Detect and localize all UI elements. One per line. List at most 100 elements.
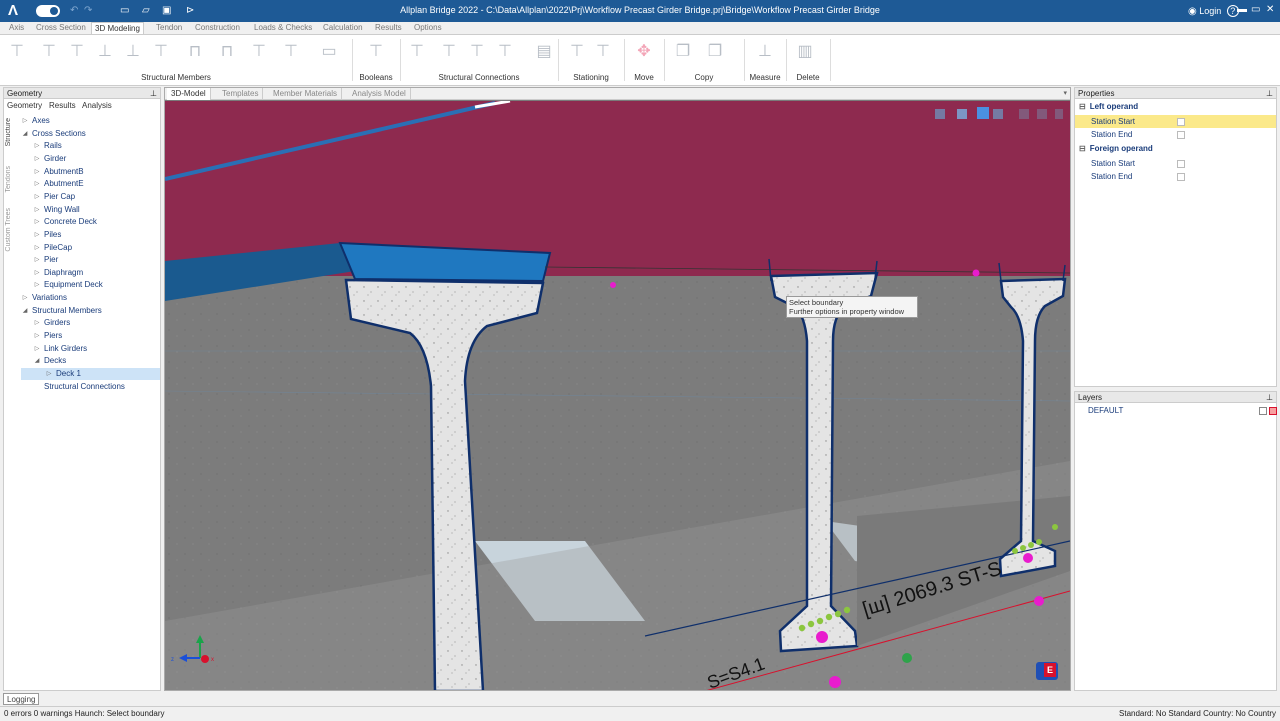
connection-table-icon[interactable]: ▤ xyxy=(535,43,553,61)
tab-3d-model[interactable]: 3D-Model xyxy=(167,88,211,100)
tree-item-girders[interactable]: ▷ Girders xyxy=(35,317,71,329)
member-icon[interactable]: ⊤ xyxy=(250,43,268,61)
connection-icon[interactable]: ⊤ xyxy=(440,43,458,61)
tab-structure[interactable]: Structure xyxy=(5,118,12,146)
tree-item-axes[interactable]: ▷ Axes xyxy=(23,115,50,127)
layer-visibility-checkbox[interactable] xyxy=(1259,407,1267,415)
copy-icon[interactable]: ❐ xyxy=(706,43,724,61)
expand-icon[interactable]: ▷ xyxy=(32,191,42,203)
member-icon[interactable]: ⊤ xyxy=(282,43,300,61)
menu-loads-checks[interactable]: Loads & Checks xyxy=(251,22,315,34)
menu-construction[interactable]: Construction xyxy=(192,22,243,34)
tree-item-decks[interactable]: ◢ Decks xyxy=(35,355,67,367)
menu-calculation[interactable]: Calculation xyxy=(320,22,366,34)
expand-icon[interactable]: ▷ xyxy=(32,216,42,228)
measure-icon[interactable]: ⊥ xyxy=(756,43,774,61)
connection-icon[interactable]: ⊤ xyxy=(408,43,426,61)
menu-cross-section[interactable]: Cross Section xyxy=(33,22,89,34)
close-button[interactable]: ✕ xyxy=(1266,4,1274,15)
tab-tendons[interactable]: Tendons xyxy=(5,166,12,192)
expand-icon[interactable]: ▷ xyxy=(32,153,42,165)
expand-icon[interactable]: ▷ xyxy=(32,254,42,266)
tree-item-concrete-deck[interactable]: ▷ Concrete Deck xyxy=(35,216,97,228)
tree-item-variations[interactable]: ▷ Variations xyxy=(23,292,67,304)
delete-icon[interactable]: ▥ xyxy=(796,43,814,61)
collapse-icon[interactable]: ◢ xyxy=(32,355,42,367)
link-girder-icon[interactable]: ⊥ xyxy=(124,43,142,61)
login-button[interactable]: ◉ Login ? xyxy=(1188,5,1239,17)
section-left-operand[interactable]: ⊟ Left operand xyxy=(1079,102,1138,111)
prop-left-station-end[interactable]: Station End xyxy=(1075,128,1276,141)
menu-options[interactable]: Options xyxy=(411,22,445,34)
tree-item-deck-1[interactable]: ▷ Deck 1 xyxy=(21,368,160,380)
expand-icon[interactable]: ▷ xyxy=(32,279,42,291)
tree-item-pier-cap[interactable]: ▷ Pier Cap xyxy=(35,191,75,203)
tree-item-equipment-deck[interactable]: ▷ Equipment Deck xyxy=(35,279,103,291)
prop-checkbox[interactable] xyxy=(1177,118,1185,126)
model-scene[interactable]: [ш] 2069.3 ST-S S=S4.1 z x Select bounda… xyxy=(165,99,1070,690)
expand-icon[interactable]: ▷ xyxy=(20,292,30,304)
tree-item-abutmentb[interactable]: ▷ AbutmentB xyxy=(35,166,84,178)
pin-icon[interactable]: ⊥ xyxy=(1266,392,1273,403)
connection-icon[interactable]: ⊤ xyxy=(468,43,486,61)
tab-analysis[interactable]: Analysis xyxy=(82,101,112,110)
pier-icon[interactable]: ⊤ xyxy=(152,43,170,61)
expand-icon[interactable]: ▷ xyxy=(32,166,42,178)
stationing-icon[interactable]: ⊤ xyxy=(568,43,586,61)
deck-icon[interactable]: ⊓ xyxy=(218,43,236,61)
tab-custom-trees[interactable]: Custom Trees xyxy=(5,208,12,252)
section-foreign-operand[interactable]: ⊟ Foreign operand xyxy=(1079,144,1153,153)
dropdown-icon[interactable]: ▾ xyxy=(1063,89,1067,97)
box-icon[interactable]: ▭ xyxy=(320,43,338,61)
expand-icon[interactable]: ▷ xyxy=(32,178,42,190)
collapse-icon[interactable]: ◢ xyxy=(20,305,30,317)
expand-icon[interactable]: ▷ xyxy=(44,368,54,380)
tab-analysis-model[interactable]: Analysis Model xyxy=(348,88,411,100)
prop-foreign-station-end[interactable]: Station End xyxy=(1075,170,1276,183)
tree-item-girder[interactable]: ▷ Girder xyxy=(35,153,67,165)
tree-item-wing-wall[interactable]: ▷ Wing Wall xyxy=(35,204,80,216)
tab-geometry[interactable]: Geometry xyxy=(7,101,42,110)
collapse-icon[interactable]: ◢ xyxy=(20,128,30,140)
expand-icon[interactable]: ▷ xyxy=(32,204,42,216)
pin-icon[interactable]: ⊥ xyxy=(1266,88,1273,99)
tree-item-piers[interactable]: ▷ Piers xyxy=(35,330,63,342)
tab-member-materials[interactable]: Member Materials xyxy=(269,88,343,100)
pier-icon[interactable]: ⊥ xyxy=(96,43,114,61)
expand-icon[interactable]: ▷ xyxy=(20,115,30,127)
tree-item-rails[interactable]: ▷ Rails xyxy=(35,140,62,152)
prop-checkbox[interactable] xyxy=(1177,131,1185,139)
girder-icon[interactable]: ⊤ xyxy=(68,43,86,61)
girder-icon[interactable]: ⊤ xyxy=(8,43,26,61)
deck-icon[interactable]: ⊓ xyxy=(186,43,204,61)
menu-tendon[interactable]: Tendon xyxy=(153,22,185,34)
prop-left-station-start[interactable]: Station Start xyxy=(1075,115,1276,128)
expand-icon[interactable]: ▷ xyxy=(32,267,42,279)
expand-icon[interactable]: ▷ xyxy=(32,317,42,329)
prop-checkbox[interactable] xyxy=(1177,160,1185,168)
tree-item-pilecap[interactable]: ▷ PileCap xyxy=(35,242,72,254)
expand-icon[interactable]: ▷ xyxy=(32,140,42,152)
tree-item-abutmente[interactable]: ▷ AbutmentE xyxy=(35,178,84,190)
layer-color-swatch[interactable] xyxy=(1269,407,1277,415)
viewport-3d[interactable]: 3D-Model Templates Member Materials Anal… xyxy=(164,87,1071,691)
menu-results[interactable]: Results xyxy=(372,22,405,34)
tree-item-structural-connections[interactable]: Structural Connections xyxy=(44,381,125,393)
section-badge[interactable]: E xyxy=(1036,662,1058,680)
move-icon[interactable]: ✥ xyxy=(635,43,653,61)
tree-item-pier[interactable]: ▷ Pier xyxy=(35,254,59,266)
tree-item-link-girders[interactable]: ▷ Link Girders xyxy=(35,343,87,355)
layer-item-default[interactable]: DEFAULT xyxy=(1088,406,1123,415)
girder-icon[interactable]: ⊤ xyxy=(40,43,58,61)
collapse-icon[interactable]: ⊟ xyxy=(1079,102,1086,111)
collapse-icon[interactable]: ⊟ xyxy=(1079,144,1086,153)
minimize-button[interactable]: ▬ xyxy=(1237,4,1247,15)
expand-icon[interactable]: ▷ xyxy=(32,343,42,355)
tab-templates[interactable]: Templates xyxy=(218,88,264,100)
logging-tab[interactable]: Logging xyxy=(3,693,40,705)
expand-icon[interactable]: ▷ xyxy=(32,229,42,241)
restore-button[interactable]: ▭ xyxy=(1251,4,1260,15)
tree-item-diaphragm[interactable]: ▷ Diaphragm xyxy=(35,267,83,279)
expand-icon[interactable]: ▷ xyxy=(32,330,42,342)
pin-icon[interactable]: ⊥ xyxy=(150,88,157,99)
